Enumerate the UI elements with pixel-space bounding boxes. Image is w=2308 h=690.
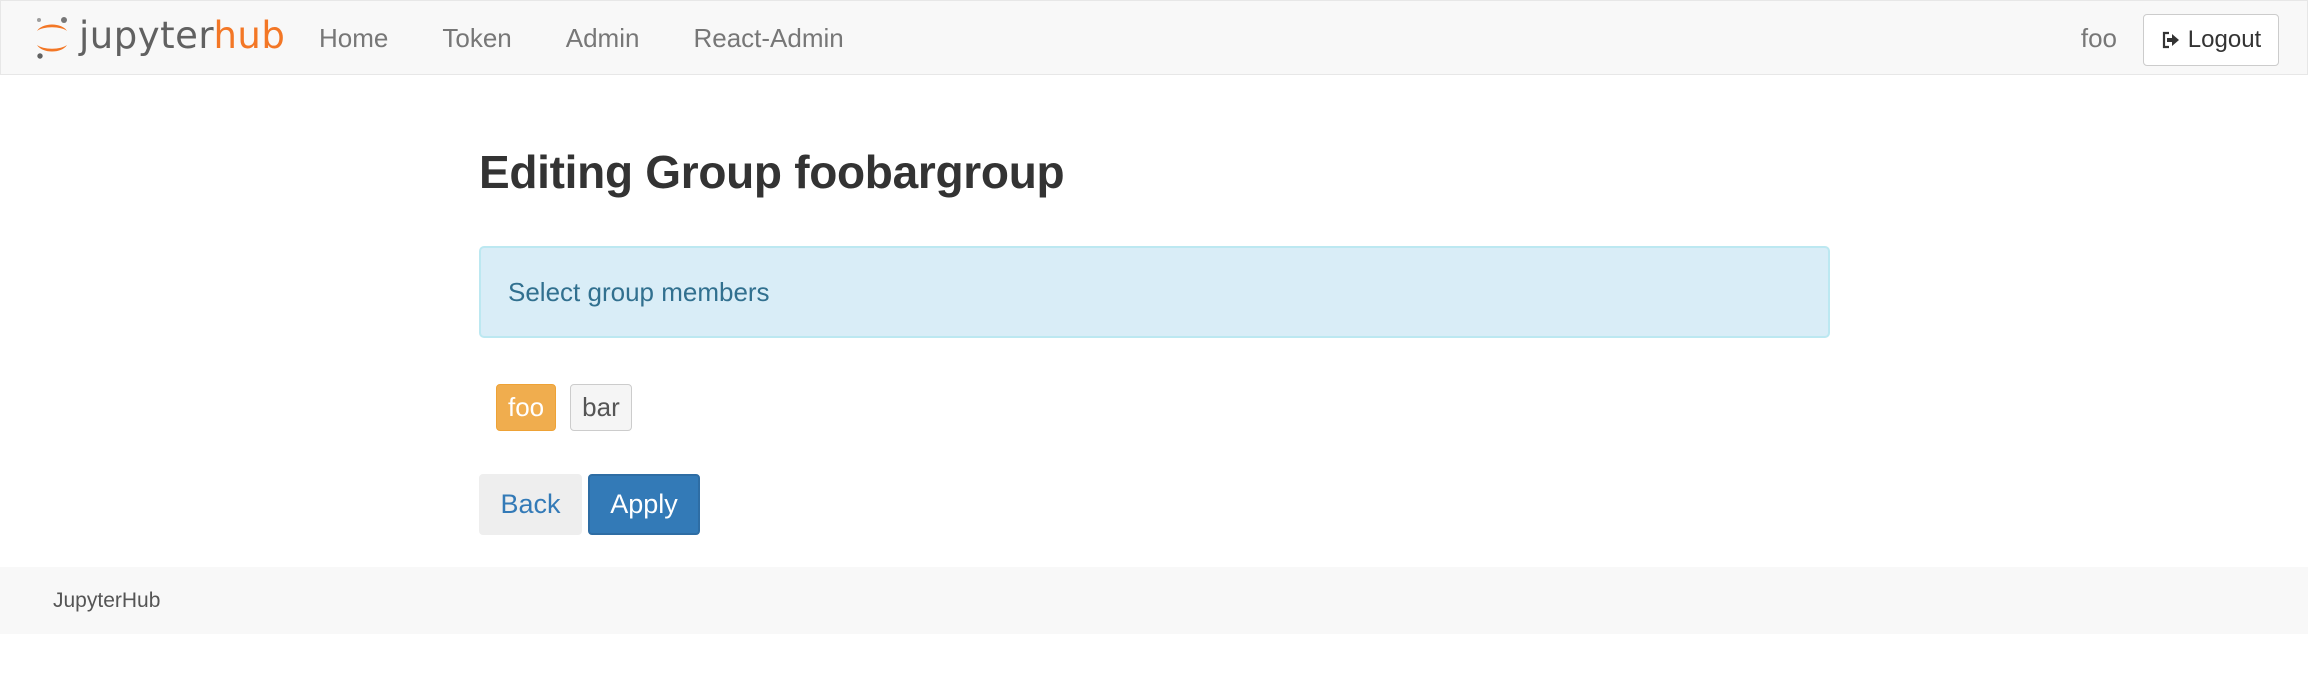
info-alert: Select group members [479, 246, 1830, 338]
sign-out-icon [2162, 31, 2179, 49]
page-title: Editing Group foobargroup [479, 146, 1065, 198]
nav-link-admin[interactable]: Admin [539, 1, 667, 76]
logout-label: Logout [2187, 26, 2262, 53]
form-actions: Back Apply [479, 474, 700, 535]
footer: JupyterHub [0, 567, 2308, 634]
back-button[interactable]: Back [479, 474, 582, 535]
group-members-list: foo bar [496, 384, 646, 431]
nav-link-home[interactable]: Home [291, 1, 415, 76]
nav-links: Home Token Admin React-Admin [291, 1, 871, 76]
apply-button[interactable]: Apply [588, 474, 700, 535]
member-toggle-foo[interactable]: foo [496, 384, 557, 431]
navbar: jupyterhub Home Token Admin React-Admin … [0, 0, 2308, 75]
brand-word-hub: hub [213, 13, 286, 57]
footer-text: JupyterHub [53, 589, 161, 612]
brand-word-jupyter: jupyter [79, 13, 214, 57]
jupyter-logo-icon [37, 17, 67, 59]
nav-link-react-admin[interactable]: React-Admin [666, 1, 870, 76]
jupyterhub-logo-link[interactable]: jupyterhub [31, 11, 285, 63]
member-toggle-bar[interactable]: bar [570, 384, 632, 431]
current-username: foo [2080, 23, 2117, 53]
brand-wordmark: jupyterhub [79, 17, 285, 54]
nav-link-token[interactable]: Token [415, 1, 538, 76]
logout-button[interactable]: Logout [2143, 14, 2279, 66]
